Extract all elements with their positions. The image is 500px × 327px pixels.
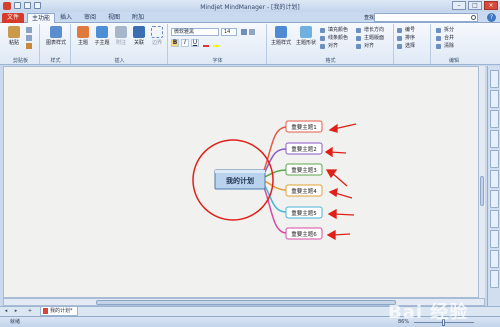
main-topic-1[interactable]: 重要主题1 (285, 120, 323, 133)
main-topic-3[interactable]: 重要主题3 (285, 163, 323, 176)
task-pane-tabs (487, 66, 500, 306)
side-tab-4[interactable] (490, 130, 499, 148)
side-tab-11[interactable] (490, 270, 499, 288)
side-tab-10[interactable] (490, 250, 499, 268)
side-tab-3[interactable] (490, 110, 499, 128)
new-document-icon[interactable]: + (26, 308, 34, 315)
main-topic-1-label: 重要主题1 (291, 123, 317, 131)
annotation-arrowhead-4 (328, 187, 338, 198)
main-topic-6[interactable]: 重要主题6 (285, 227, 323, 240)
side-tab-1[interactable] (490, 70, 499, 88)
main-topic-5-label: 重要主题5 (291, 209, 317, 217)
watermark: Bai 经验 (388, 302, 469, 323)
annotation-arrowhead-5 (327, 208, 337, 220)
branch-1 (261, 126, 287, 177)
mindmap-document-icon (43, 308, 48, 314)
central-topic-label: 我的计划 (226, 176, 254, 185)
side-tab-5[interactable] (490, 150, 499, 168)
annotation-arrowhead-1 (328, 123, 338, 133)
side-tab-8[interactable] (490, 210, 499, 228)
horizontal-scroll-thumb[interactable] (96, 300, 396, 305)
document-tab-label: 我的计划* (50, 308, 73, 314)
side-tab-2[interactable] (490, 90, 499, 108)
annotation-arrowhead-6 (326, 229, 336, 241)
main-topic-2-label: 重要主题2 (291, 145, 317, 153)
main-topic-6-label: 重要主题6 (291, 230, 317, 238)
status-text: 就绪 (10, 319, 21, 325)
main-topic-3-label: 重要主题3 (291, 166, 317, 174)
mind-map: 我的计划 重要主题1 重要主题2 重要主题3 重要主题4 重要主题5 重要主题6 (192, 120, 357, 241)
tab-prev-button[interactable]: ◂ (2, 308, 10, 315)
annotation-arrow-5 (333, 213, 355, 216)
main-topic-5[interactable]: 重要主题5 (285, 206, 323, 219)
side-tab-9[interactable] (490, 230, 499, 248)
main-topic-4[interactable]: 重要主题4 (285, 184, 323, 197)
annotation-arrow-4 (334, 192, 353, 199)
vertical-scroll-thumb[interactable] (480, 176, 484, 206)
annotation-arrow-3 (331, 172, 348, 187)
main-topic-4-label: 重要主题4 (291, 187, 317, 195)
document-tab[interactable]: 我的计划* (40, 307, 78, 316)
central-topic-gloss (215, 170, 265, 173)
vertical-scrollbar[interactable] (478, 66, 485, 298)
side-tab-6[interactable] (490, 170, 499, 188)
main-topic-2[interactable]: 重要主题2 (285, 142, 323, 155)
side-tab-7[interactable] (490, 190, 499, 208)
annotation-arrowhead-2 (324, 146, 333, 158)
tab-next-button[interactable]: ▸ (12, 308, 20, 315)
